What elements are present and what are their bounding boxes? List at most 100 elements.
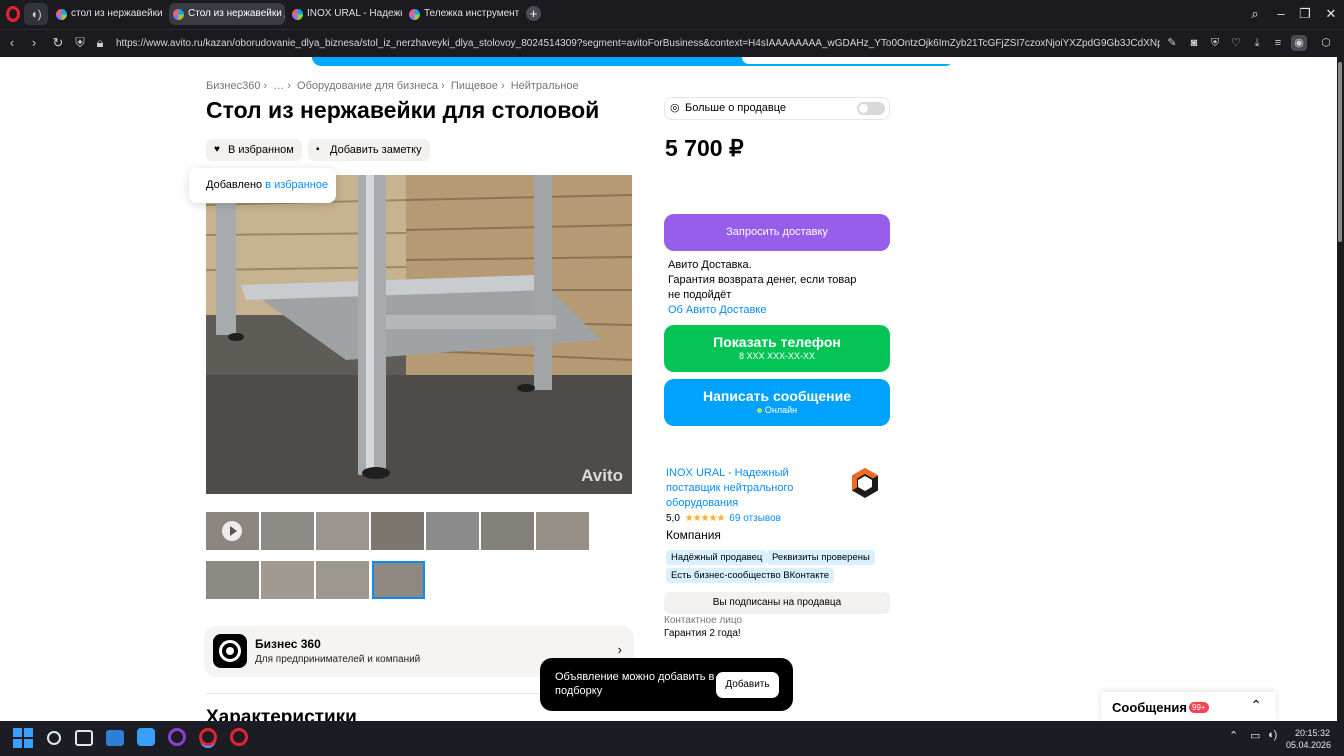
subscribed-button[interactable]: Вы подписаны на продавца (664, 592, 890, 614)
delivery-info: Авито Доставка. Гарантия возврата денег,… (668, 258, 868, 318)
thumbnail-selected[interactable] (372, 561, 425, 599)
vpn-shield-icon[interactable]: ⛨ (1207, 35, 1223, 51)
download-icon[interactable]: ⤓ (1249, 35, 1265, 51)
opera-gx-icon[interactable] (168, 728, 186, 746)
tab-trolley[interactable]: Тележка инструментальн (405, 3, 519, 25)
breadcrumb-item[interactable]: Оборудование для бизнеса › (297, 80, 445, 92)
opera-icon[interactable] (199, 728, 217, 746)
shield-icon[interactable]: ⛨ (70, 33, 90, 53)
avito-favicon-icon (56, 9, 67, 20)
avito-watermark: Avito (581, 466, 623, 485)
breadcrumb-item[interactable]: … › (273, 80, 291, 92)
thumbnail[interactable] (206, 561, 259, 599)
add-to-collection-button[interactable]: Добавить (716, 672, 779, 698)
price: 5 700 ₽ (665, 135, 744, 161)
favorite-button[interactable]: ♥ В избранном (206, 139, 302, 161)
page-title: Стол из нержавейки для столовой (206, 97, 600, 123)
breadcrumb-item[interactable]: Пищевое › (451, 80, 505, 92)
breadcrumb-item[interactable]: Бизнес360 › (206, 80, 267, 92)
toggle-switch[interactable] (857, 102, 885, 115)
more-about-seller-toggle[interactable]: ◎ Больше о продавце (664, 97, 890, 120)
seller-rating: 5,0 ★★★★★ 69 отзывов (666, 513, 781, 524)
minimize-button[interactable]: – (1268, 3, 1294, 25)
new-tab-button[interactable]: + (526, 6, 541, 21)
network-icon[interactable]: ▭ (1250, 729, 1260, 742)
windows-taskbar: ⌃ ▭ ◖) 20:15:32 05.04.2026 (0, 721, 1344, 756)
thumbnail[interactable] (371, 512, 424, 550)
show-phone-button[interactable]: Показать телефон 8 XXX XXX-XX-XX (664, 325, 890, 372)
breadcrumb-item[interactable]: Нейтральное (511, 80, 579, 92)
volume-icon[interactable]: ◖) (1267, 729, 1277, 741)
search-bar-edge (312, 57, 1198, 66)
characteristics-heading: Характеристики (206, 707, 357, 721)
write-message-button[interactable]: Написать сообщение Онлайн (664, 379, 890, 426)
system-clock[interactable]: 20:15:32 05.04.2026 (1286, 727, 1331, 751)
thumbnail[interactable] (481, 512, 534, 550)
explorer-icon[interactable] (106, 730, 124, 746)
unread-badge: 99+ (1189, 702, 1209, 713)
seller-type: Компания (666, 528, 721, 542)
chevron-right-icon: › (617, 642, 622, 657)
search-input[interactable] (742, 57, 1198, 64)
profile-icon[interactable]: ◉ (1291, 35, 1307, 51)
favorites-link[interactable]: в избранное (265, 179, 328, 191)
heart-icon: ♥ (214, 144, 220, 155)
lock-icon[interactable]: 🔒︎ (90, 33, 110, 53)
avito-favicon-icon (173, 9, 184, 20)
reload-button[interactable]: ↻ (48, 33, 68, 53)
business360-subtitle: Для предпринимателей и компаний (255, 654, 421, 665)
request-delivery-button[interactable]: Запросить доставку (664, 214, 890, 251)
thumbnail[interactable] (316, 561, 369, 599)
app-store-icon[interactable] (137, 728, 155, 746)
restore-button[interactable]: ❐ (1292, 3, 1318, 25)
tab-current-listing[interactable]: Стол из нержавейки для (169, 3, 285, 25)
speaker-icon[interactable]: ◖) (24, 3, 48, 25)
opera-menu-icon[interactable] (6, 6, 20, 22)
badge-verified-details[interactable]: Реквизиты проверены (767, 550, 875, 565)
thumbnail[interactable] (536, 512, 589, 550)
scrollbar-thumb[interactable] (1338, 62, 1342, 242)
camera-icon[interactable]: ◙ (1186, 35, 1202, 51)
badge-vk-community[interactable]: Есть бизнес-сообщество ВКонтакте (666, 568, 835, 583)
main-photo[interactable]: Avito (206, 175, 632, 494)
reviews-link[interactable]: 69 отзывов (729, 513, 781, 524)
edit-icon[interactable]: ✎ (1164, 35, 1180, 51)
add-to-collection-popup: Объявление можно добавить в подборку Доб… (540, 658, 793, 711)
back-button[interactable]: ‹ (2, 33, 22, 53)
thumbnail[interactable] (426, 512, 479, 550)
about-delivery-link[interactable]: Об Авито Доставке (668, 303, 868, 318)
thumbnail[interactable] (261, 561, 314, 599)
avito-favicon-icon (292, 9, 303, 20)
tray-chevron-icon[interactable]: ⌃ (1229, 729, 1238, 742)
tab-search-results[interactable]: стол из нержавейки - Ав (52, 3, 166, 25)
heart-icon[interactable]: ♡ (1228, 35, 1244, 51)
contact-value: Гарантия 2 года! (664, 628, 741, 639)
extensions-icon[interactable]: ⬡ (1318, 35, 1334, 51)
avito-favicon-icon (409, 9, 420, 20)
badge-reliable-seller[interactable]: Надёжный продавец (666, 550, 768, 565)
windows-start-icon[interactable] (13, 728, 33, 748)
menu-icon[interactable]: ≡ (1270, 35, 1286, 51)
thumbnail[interactable] (261, 512, 314, 550)
business360-logo-icon (213, 634, 247, 668)
add-note-button[interactable]: ▪ Добавить заметку (308, 139, 430, 161)
thumbnail[interactable] (316, 512, 369, 550)
close-window-button[interactable]: ✕ (1318, 3, 1344, 25)
url-field[interactable]: https://www.avito.ru/kazan/oborudovanie_… (116, 30, 1160, 57)
seller-logo-icon[interactable] (850, 467, 880, 499)
thumbnail-video[interactable] (206, 512, 259, 550)
favorite-added-toast: Добавлено в избранное (189, 168, 336, 203)
target-icon: ◎ (670, 102, 680, 114)
chevron-up-icon[interactable]: ⌃ (1250, 697, 1262, 714)
page-viewport: Бизнес360 › … › Оборудование для бизнеса… (0, 57, 1337, 721)
breadcrumb: Бизнес360 › … › Оборудование для бизнеса… (206, 80, 582, 92)
seller-name-link[interactable]: INOX URAL - Надежный поставщик нейтральн… (666, 466, 816, 511)
forward-button[interactable]: › (24, 33, 44, 53)
opera-icon[interactable] (230, 728, 248, 746)
browser-tab-bar: ◖) стол из нержавейки - Ав Стол из нержа… (0, 0, 1344, 29)
task-view-icon[interactable] (75, 730, 93, 746)
messages-panel[interactable]: Сообщения 99+ ⌃ (1101, 692, 1276, 721)
tab-search-icon[interactable]: ⌕ (1242, 3, 1268, 25)
search-icon[interactable] (47, 731, 61, 745)
tab-seller-page[interactable]: INOX URAL - Надежный п (288, 3, 402, 25)
